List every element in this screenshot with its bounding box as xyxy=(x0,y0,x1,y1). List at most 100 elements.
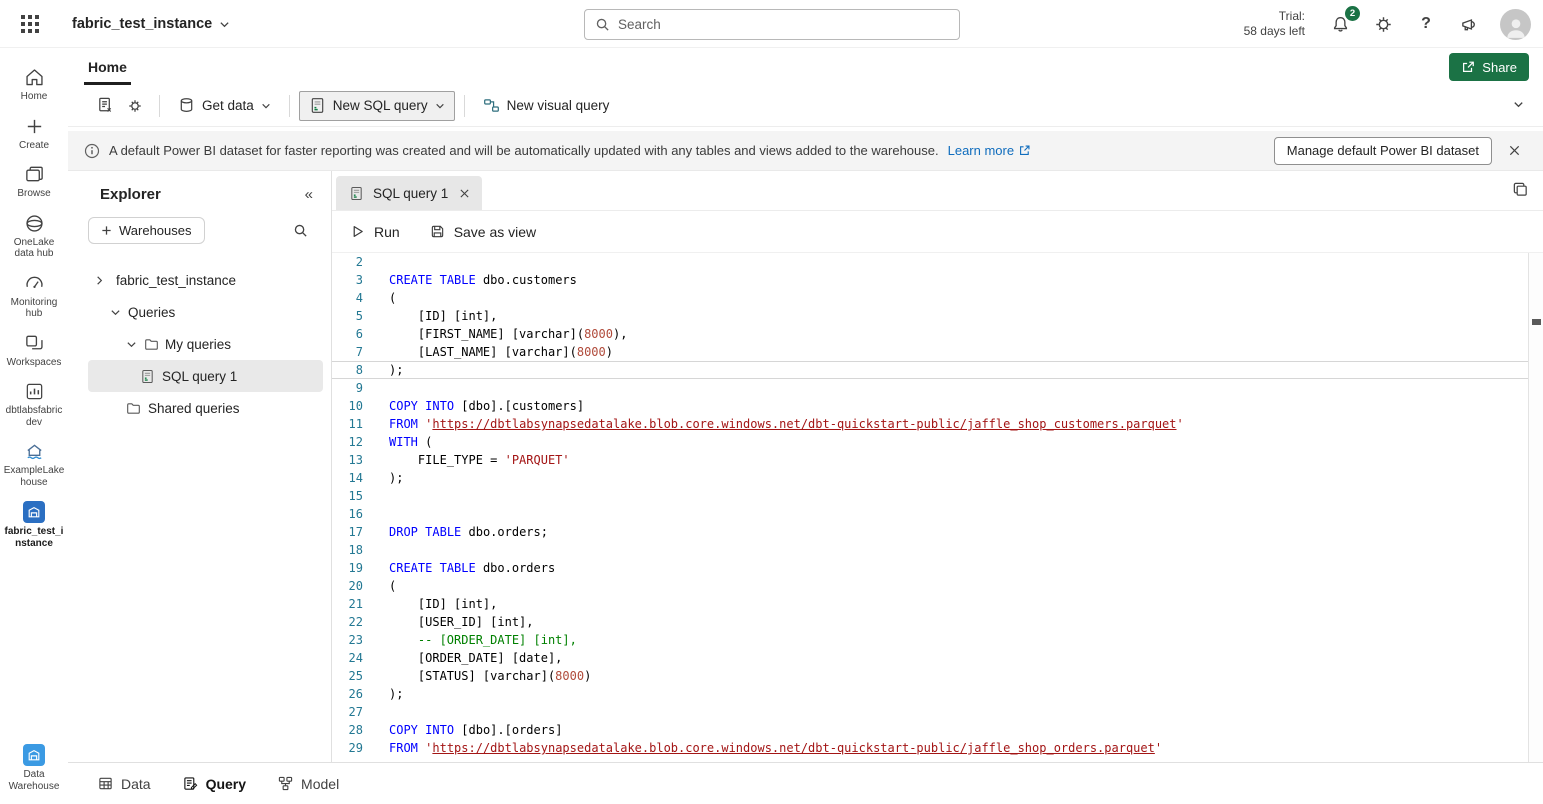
feedback-button[interactable] xyxy=(1457,12,1481,36)
ribbon-tab-row: Home Share xyxy=(68,48,1543,85)
code-text xyxy=(363,487,389,505)
new-visual-query-button[interactable]: New visual query xyxy=(474,91,619,121)
save-as-view-label: Save as view xyxy=(454,224,536,240)
ribbon-tab-home[interactable]: Home xyxy=(84,53,131,85)
query-script-icon xyxy=(183,776,198,791)
banner-close-icon[interactable] xyxy=(1501,138,1527,164)
code-text: ( xyxy=(363,577,396,595)
nav-item-data-warehouse[interactable]: Data Warehouse xyxy=(0,737,68,798)
get-data-button[interactable]: Get data xyxy=(169,91,280,121)
code-line-5[interactable]: 5 [ID] [int], xyxy=(332,307,1528,325)
code-line-19[interactable]: 19CREATE TABLE dbo.orders xyxy=(332,559,1528,577)
code-line-21[interactable]: 21 [ID] [int], xyxy=(332,595,1528,613)
add-warehouses-button[interactable]: Warehouses xyxy=(88,217,205,244)
tree-item-shared-queries[interactable]: Shared queries xyxy=(68,392,331,424)
nav-item-dbtlabsfabricdev[interactable]: dbtlabsfabricdev xyxy=(0,374,68,434)
code-line-23[interactable]: 23 -- [ORDER_DATE] [int], xyxy=(332,631,1528,649)
notifications-button[interactable]: 2 xyxy=(1328,12,1352,36)
nav-item-monitoring-hub[interactable]: Monitoring hub xyxy=(0,266,68,326)
code-text: [ID] [int], xyxy=(363,595,497,613)
code-line-18[interactable]: 18 xyxy=(332,541,1528,559)
code-line-7[interactable]: 7 [LAST_NAME] [varchar](8000) xyxy=(332,343,1528,361)
left-nav-rail: Home Create Browse OneLake data hub Moni… xyxy=(0,48,68,804)
help-button[interactable]: ? xyxy=(1414,12,1438,36)
monitoring-icon xyxy=(24,273,45,294)
code-line-22[interactable]: 22 [USER_ID] [int], xyxy=(332,613,1528,631)
code-line-24[interactable]: 24 [ORDER_DATE] [date], xyxy=(332,649,1528,667)
help-glyph: ? xyxy=(1421,15,1431,33)
run-button[interactable]: Run xyxy=(350,224,400,240)
tree-item-sql-query-1[interactable]: SQL query 1 xyxy=(88,360,323,392)
line-number: 2 xyxy=(332,253,363,271)
nav-item-onelake-data-hub[interactable]: OneLake data hub xyxy=(0,206,68,266)
workspace-switcher[interactable]: fabric_test_instance xyxy=(72,0,230,48)
scrollbar-cursor-marker xyxy=(1532,319,1541,325)
nav-item-create[interactable]: Create xyxy=(0,109,68,158)
nav-item-fabric-test-instance[interactable]: fabric_test_instance xyxy=(0,494,68,555)
explorer-search-icon[interactable] xyxy=(287,218,313,244)
copy-button[interactable] xyxy=(1512,181,1529,198)
tree-item-queries[interactable]: Queries xyxy=(68,296,331,328)
view-tab-data[interactable]: Data xyxy=(98,776,151,792)
code-line-6[interactable]: 6 [FIRST_NAME] [varchar](8000), xyxy=(332,325,1528,343)
code-line-26[interactable]: 26); xyxy=(332,685,1528,703)
tree-label: My queries xyxy=(165,337,231,352)
code-line-17[interactable]: 17DROP TABLE dbo.orders; xyxy=(332,523,1528,541)
tab-close-icon[interactable] xyxy=(457,186,472,201)
code-line-16[interactable]: 16 xyxy=(332,505,1528,523)
collapse-ribbon-button[interactable] xyxy=(1512,98,1525,111)
code-line-14[interactable]: 14); xyxy=(332,469,1528,487)
code-text: FROM 'https://dbtlabsynapsedatalake.blob… xyxy=(363,415,1184,433)
manage-default-dataset-button[interactable]: Manage default Power BI dataset xyxy=(1274,137,1492,165)
nav-item-home[interactable]: Home xyxy=(0,60,68,109)
learn-more-link[interactable]: Learn more xyxy=(948,143,1031,158)
account-avatar[interactable] xyxy=(1500,9,1531,40)
save-as-view-button[interactable]: Save as view xyxy=(430,224,536,240)
code-text: FROM 'https://dbtlabsynapsedatalake.blob… xyxy=(363,739,1162,757)
tree-item-fabric-test-instance[interactable]: fabric_test_instance xyxy=(68,264,331,296)
code-line-13[interactable]: 13 FILE_TYPE = 'PARQUET' xyxy=(332,451,1528,469)
new-sql-query-button[interactable]: New SQL query xyxy=(299,91,455,121)
code-line-8[interactable]: 8); xyxy=(332,361,1528,379)
new-report-button[interactable] xyxy=(90,91,120,121)
waffle-menu-icon[interactable] xyxy=(20,14,40,34)
query-settings-button[interactable] xyxy=(120,91,150,121)
line-number: 29 xyxy=(332,739,363,757)
nav-label: Home xyxy=(21,91,48,103)
share-button[interactable]: Share xyxy=(1449,53,1529,81)
toolbar-divider xyxy=(289,95,290,117)
line-number: 21 xyxy=(332,595,363,613)
code-line-11[interactable]: 11FROM 'https://dbtlabsynapsedatalake.bl… xyxy=(332,415,1528,433)
code-line-12[interactable]: 12WITH ( xyxy=(332,433,1528,451)
nav-item-examplelakehouse[interactable]: ExampleLakehouse xyxy=(0,434,68,494)
search-input[interactable] xyxy=(618,17,949,32)
new-visual-query-label: New visual query xyxy=(507,98,610,113)
tab-sql-query-1[interactable]: SQL query 1 xyxy=(336,176,482,210)
code-line-10[interactable]: 10COPY INTO [dbo].[customers] xyxy=(332,397,1528,415)
code-line-4[interactable]: 4( xyxy=(332,289,1528,307)
code-line-25[interactable]: 25 [STATUS] [varchar](8000) xyxy=(332,667,1528,685)
code-line-20[interactable]: 20( xyxy=(332,577,1528,595)
editor-scrollbar[interactable] xyxy=(1528,253,1543,762)
collapse-pane-icon[interactable]: « xyxy=(301,186,317,203)
code-line-15[interactable]: 15 xyxy=(332,487,1528,505)
code-line-29[interactable]: 29FROM 'https://dbtlabsynapsedatalake.bl… xyxy=(332,739,1528,757)
sql-editor[interactable]: 23CREATE TABLE dbo.customers4(5 [ID] [in… xyxy=(332,253,1543,762)
onelake-icon xyxy=(24,213,45,234)
warehouse-icon xyxy=(23,501,45,523)
nav-item-workspaces[interactable]: Workspaces xyxy=(0,326,68,375)
settings-gear-button[interactable] xyxy=(1371,12,1395,36)
get-data-label: Get data xyxy=(202,98,254,113)
tree-item-my-queries[interactable]: My queries xyxy=(68,328,331,360)
view-tab-model[interactable]: Model xyxy=(278,776,339,792)
nav-item-browse[interactable]: Browse xyxy=(0,157,68,206)
code-line-27[interactable]: 27 xyxy=(332,703,1528,721)
line-number: 5 xyxy=(332,307,363,325)
code-line-2[interactable]: 2 xyxy=(332,253,1528,271)
code-line-9[interactable]: 9 xyxy=(332,379,1528,397)
view-tab-query[interactable]: Query xyxy=(183,776,246,792)
tree-label: Shared queries xyxy=(148,401,240,416)
code-line-28[interactable]: 28COPY INTO [dbo].[orders] xyxy=(332,721,1528,739)
explorer-title: Explorer xyxy=(100,186,161,203)
code-line-3[interactable]: 3CREATE TABLE dbo.customers xyxy=(332,271,1528,289)
